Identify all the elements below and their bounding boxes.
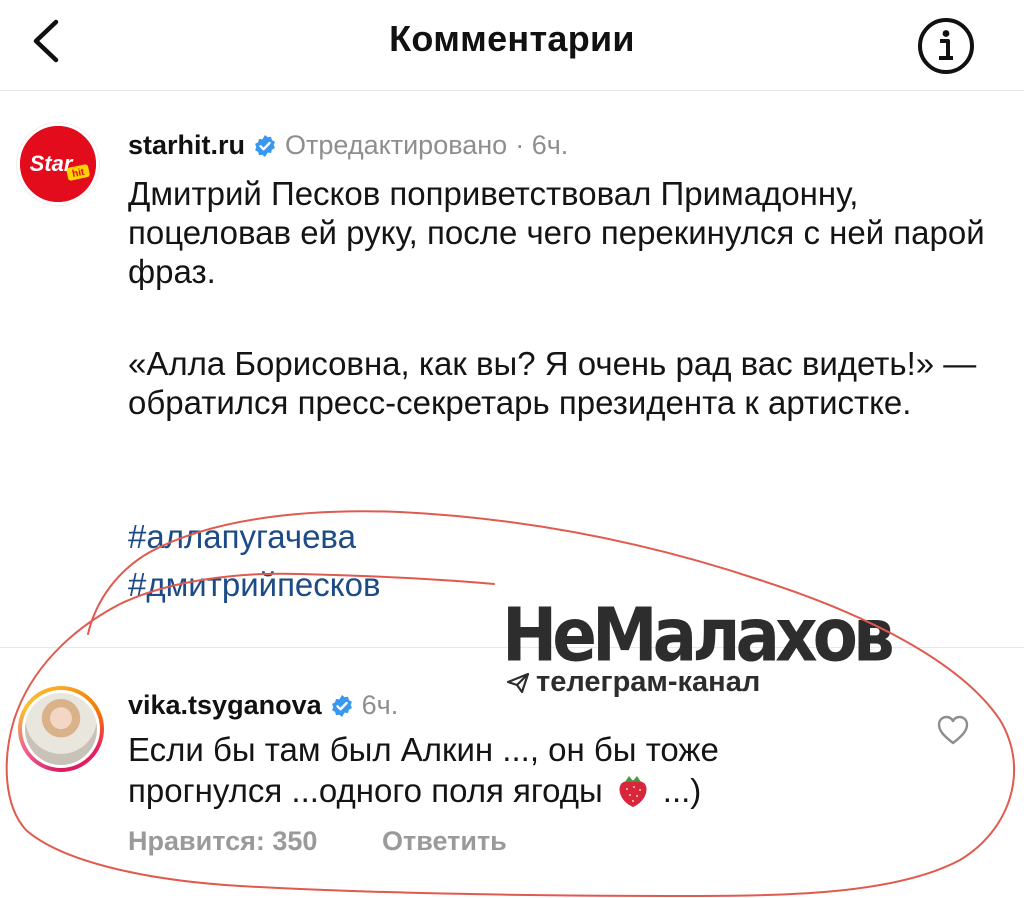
comment-meta: vika.tsyganova 6ч.	[128, 690, 398, 721]
verified-badge-icon	[331, 694, 352, 717]
comment-username[interactable]: vika.tsyganova	[128, 690, 322, 721]
commenter-photo	[22, 690, 100, 768]
post-paragraph-1: Дмитрий Песков поприветствовал Примадонн…	[128, 175, 985, 290]
top-bar: Комментарии	[0, 0, 1024, 91]
post-username[interactable]: starhit.ru	[128, 130, 245, 161]
comment-text-line-2-start: прогнулся ...одного поля ягоды	[128, 771, 603, 809]
post-time: · 6ч.	[515, 130, 569, 160]
heart-icon[interactable]	[936, 714, 970, 746]
watermark-subtitle-row: телеграм-канал	[506, 666, 760, 699]
watermark-subtitle: телеграм-канал	[536, 666, 761, 698]
post-paragraph-2: «Алла Борисовна, как вы? Я очень рад вас…	[128, 345, 977, 421]
verified-badge-icon	[255, 134, 275, 157]
post-meta: starhit.ru Отредактировано · 6ч.	[128, 130, 568, 161]
comment-text-line-2-end: ...)	[662, 771, 702, 809]
post-edited-label: Отредактировано	[285, 130, 508, 160]
hashtag-link-1[interactable]: #аллапугачева	[128, 518, 356, 556]
paper-plane-icon	[506, 672, 530, 693]
comment-text-line-1: Если бы там был Алкин ..., он бы тоже	[128, 731, 719, 768]
info-icon	[918, 18, 974, 74]
comment-time: 6ч.	[361, 690, 399, 720]
strawberry-icon	[619, 776, 647, 807]
comment-text-line-2: прогнулся ...одного поля ягоды ...)	[128, 770, 988, 810]
commenter-avatar[interactable]	[18, 686, 104, 772]
reply-button[interactable]: Ответить	[382, 826, 507, 857]
watermark: НеМалахов телеграм-канал	[500, 592, 910, 702]
post-author-avatar[interactable]: Star hit	[17, 123, 99, 205]
info-button[interactable]	[916, 16, 976, 76]
hashtag-link-2[interactable]: #дмитрийпесков	[128, 566, 380, 604]
comment-likes-count[interactable]: Нравится: 350	[128, 826, 317, 857]
starhit-logo: Star hit	[20, 126, 96, 202]
page-title: Комментарии	[389, 18, 635, 59]
